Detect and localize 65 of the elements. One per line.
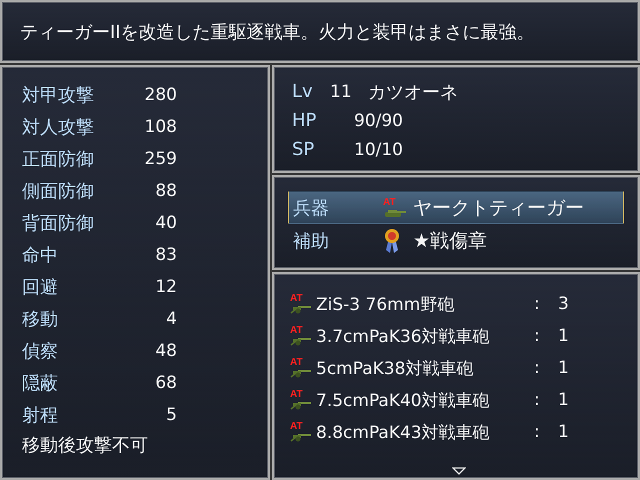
hp-value: 90/90 (354, 110, 403, 130)
stat-label: 対人攻撃 (22, 116, 95, 139)
level-value: 11 (330, 82, 353, 102)
stat-value: 108 (144, 117, 177, 137)
stat-value: 5 (165, 405, 177, 425)
stat-label: 隠蔽 (22, 372, 59, 395)
weapon-count: 1 (558, 326, 569, 346)
stat-label: 正面防御 (22, 148, 95, 171)
tank-icon (383, 208, 407, 218)
weapon-count: 3 (558, 294, 569, 314)
separator: : (534, 390, 541, 410)
cannon-icon (290, 368, 312, 378)
stat-label: 側面防御 (22, 180, 95, 203)
weapon-count: 1 (558, 390, 569, 410)
weapon-name: 5cmPaK38対戦車砲 (316, 358, 474, 380)
cannon-icon (290, 304, 312, 314)
stat-value: 88 (154, 181, 177, 201)
separator: : (534, 358, 541, 378)
stat-label: 命中 (22, 244, 59, 267)
weapon-name: 3.7cmPaK36対戦車砲 (316, 326, 491, 348)
stat-label: 射程 (22, 404, 59, 427)
stat-value: 12 (154, 277, 177, 297)
stat-label: 対甲攻撃 (22, 84, 95, 107)
stat-label: 回避 (22, 276, 59, 299)
weapon-name: 7.5cmPaK40対戦車砲 (316, 390, 491, 412)
stat-value: 83 (154, 245, 177, 265)
equipment-name: ヤークトティーガー (413, 196, 584, 220)
unit-name: カツオーネ (368, 80, 458, 104)
icon-label: AT (290, 358, 303, 368)
stat-value: 259 (144, 149, 177, 169)
weapon-name: 8.8cmPaK43対戦車砲 (316, 422, 491, 444)
slot-label: 兵器 (293, 196, 330, 220)
cannon-icon (290, 400, 312, 410)
equipment-name: ★戦傷章 (413, 228, 488, 254)
separator: : (534, 326, 541, 346)
stat-value: 280 (144, 85, 177, 105)
icon-label: AT (383, 198, 396, 208)
cannon-icon (290, 432, 312, 442)
stat-value: 4 (165, 309, 177, 329)
sp-value: 10/10 (354, 140, 403, 160)
stat-label: 背面防御 (22, 212, 95, 235)
icon-label: AT (290, 422, 303, 432)
medal-icon (383, 228, 401, 254)
separator: : (534, 294, 541, 314)
icon-label: AT (290, 390, 303, 400)
stat-note: 移動後攻撃不可 (22, 434, 149, 457)
stat-value: 40 (154, 213, 177, 233)
stat-value: 48 (154, 341, 177, 361)
description-text: ティーガーIIを改造した重駆逐戦車。火力と装甲はまさに最強。 (20, 20, 535, 44)
stat-value: 68 (154, 373, 177, 393)
equipment-row[interactable]: 補助 ★戦傷章 (288, 224, 624, 257)
cannon-icon (290, 336, 312, 346)
stat-label: 偵察 (22, 340, 59, 363)
level-label: Lv (292, 81, 314, 102)
weapon-count: 1 (558, 422, 569, 442)
equipment-row[interactable]: 兵器 AT ヤークトティーガー (288, 191, 624, 224)
hp-label: HP (292, 110, 318, 131)
sp-label: SP (292, 139, 316, 160)
icon-label: AT (290, 294, 303, 304)
separator: : (534, 422, 541, 442)
icon-label: AT (290, 326, 303, 336)
weapon-name: ZiS-3 76mm野砲 (316, 294, 456, 316)
weapon-count: 1 (558, 358, 569, 378)
slot-label: 補助 (293, 230, 330, 252)
stat-label: 移動 (22, 308, 59, 331)
